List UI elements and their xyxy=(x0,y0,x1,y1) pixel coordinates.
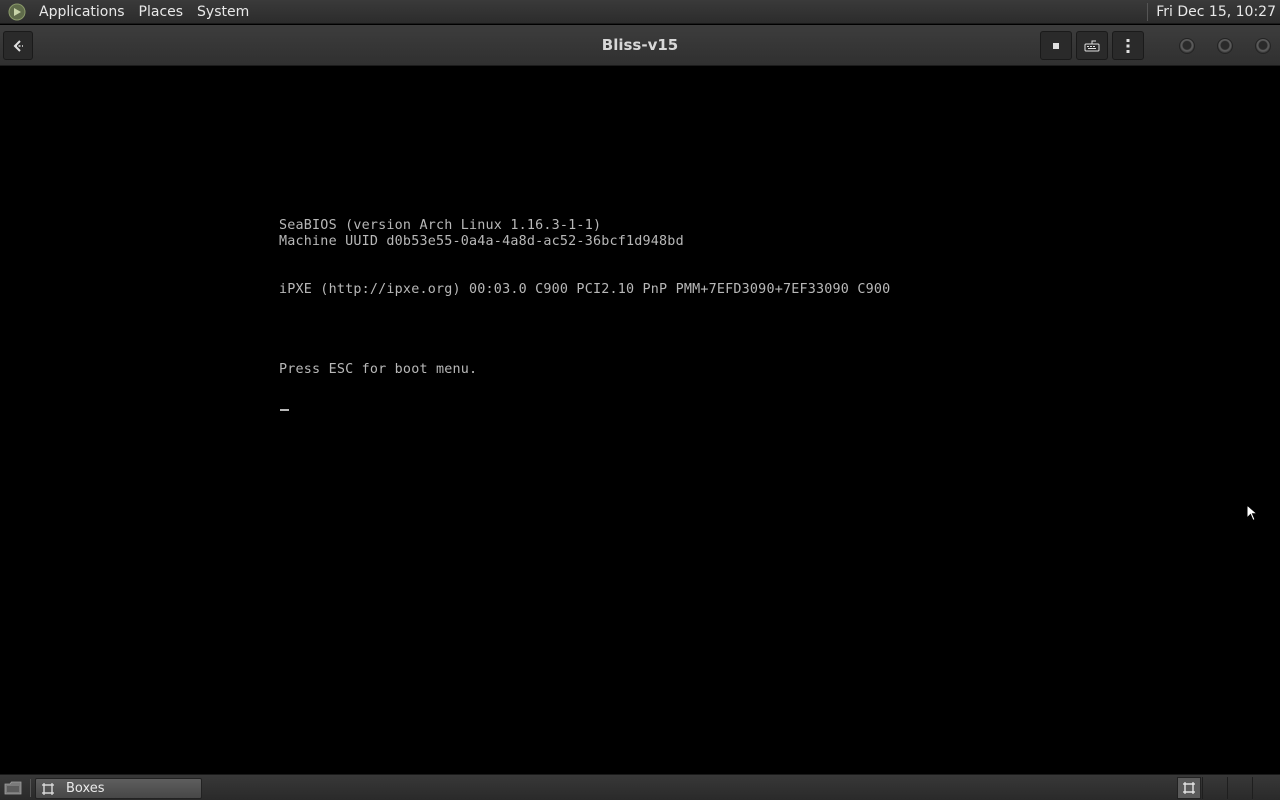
mouse-pointer-icon xyxy=(1246,504,1258,522)
bios-version-line: SeaBIOS (version Arch Linux 1.16.3-1-1) xyxy=(279,218,602,233)
boot-menu-prompt: Press ESC for boot menu. xyxy=(279,362,478,377)
window-headerbar: Bliss-v15 xyxy=(0,25,1280,66)
stop-icon xyxy=(1053,42,1059,49)
system-menu[interactable]: System xyxy=(190,0,256,24)
taskbar-item-boxes[interactable]: Boxes xyxy=(35,778,202,799)
top-panel: Applications Places System Fri Dec 15, 1… xyxy=(0,0,1280,24)
folder-desktop-icon xyxy=(4,781,22,795)
workspace-switcher-slot[interactable] xyxy=(1227,777,1251,799)
workspace-switcher-slot[interactable] xyxy=(1202,777,1226,799)
applications-menu[interactable]: Applications xyxy=(32,0,132,24)
arrow-left-icon xyxy=(13,39,23,52)
stop-button[interactable] xyxy=(1040,31,1072,60)
workspace-switcher-active[interactable] xyxy=(1177,777,1201,799)
places-menu[interactable]: Places xyxy=(132,0,191,24)
clock[interactable]: Fri Dec 15, 10:27 xyxy=(1156,4,1280,20)
panel-separator xyxy=(1147,2,1149,21)
show-desktop-button[interactable] xyxy=(2,779,24,797)
close-button[interactable] xyxy=(1255,38,1271,54)
keyboard-button[interactable] xyxy=(1076,31,1108,60)
panel-separator xyxy=(30,779,31,797)
vertical-dots-icon xyxy=(1126,38,1130,53)
minimize-button[interactable] xyxy=(1179,38,1195,54)
bottom-panel: Boxes xyxy=(0,774,1280,800)
more-options-button[interactable] xyxy=(1112,31,1144,60)
workspace-switcher-slot[interactable] xyxy=(1252,777,1276,799)
text-cursor xyxy=(280,409,289,411)
maximize-button[interactable] xyxy=(1217,38,1233,54)
back-button[interactable] xyxy=(3,31,33,60)
vm-display[interactable]: SeaBIOS (version Arch Linux 1.16.3-1-1) … xyxy=(0,66,1280,774)
machine-uuid-line: Machine UUID d0b53e55-0a4a-4a8d-ac52-36b… xyxy=(279,234,684,249)
boxes-icon xyxy=(1183,782,1195,794)
taskbar-item-label: Boxes xyxy=(66,781,105,796)
mate-menu-icon[interactable] xyxy=(6,1,28,23)
ipxe-line: iPXE (http://ipxe.org) 00:03.0 C900 PCI2… xyxy=(279,282,891,297)
keyboard-icon xyxy=(1084,40,1100,51)
boxes-icon xyxy=(40,781,56,797)
